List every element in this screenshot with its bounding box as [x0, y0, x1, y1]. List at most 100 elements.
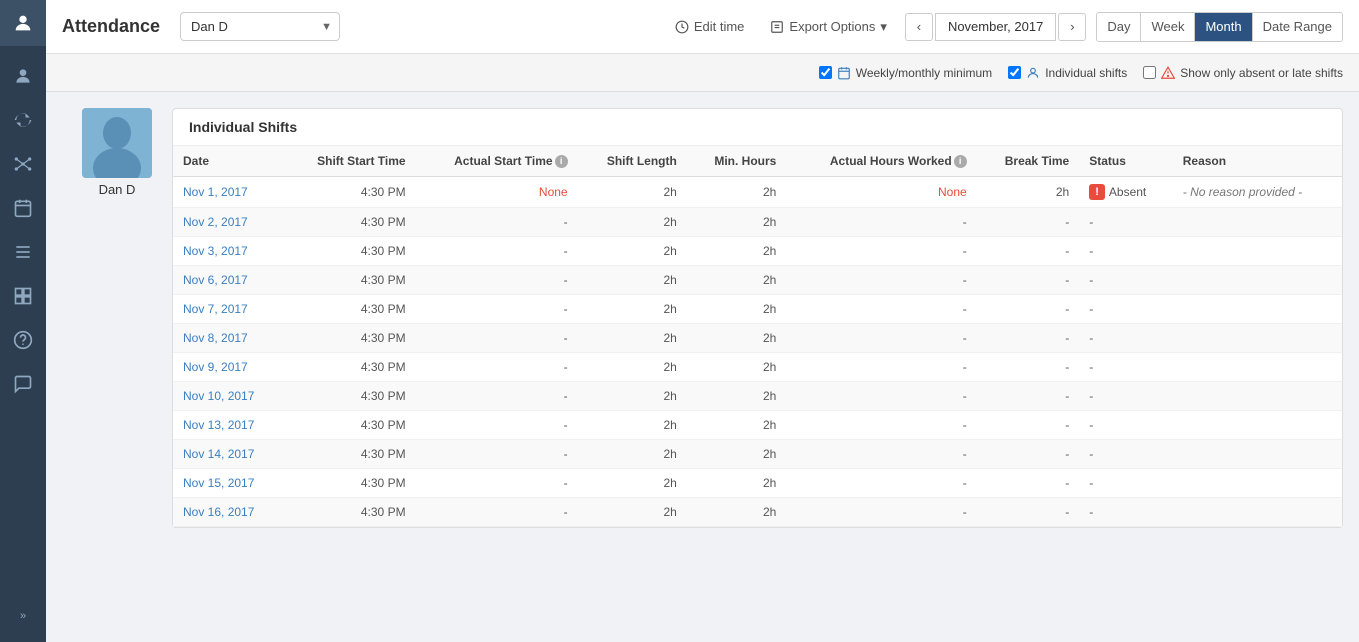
cell-status: -	[1079, 353, 1173, 382]
cell-reason	[1173, 411, 1342, 440]
cell-actual-hours: -	[786, 266, 976, 295]
cell-min-hours: 2h	[687, 469, 787, 498]
col-shift-length: Shift Length	[578, 146, 687, 177]
cell-shift-length: 2h	[578, 208, 687, 237]
cell-min-hours: 2h	[687, 382, 787, 411]
cell-shift-length: 2h	[578, 237, 687, 266]
cell-actual-start: -	[416, 353, 578, 382]
sidebar-item-list[interactable]	[0, 232, 46, 272]
cell-actual-hours: -	[786, 295, 976, 324]
filter-row: Weekly/monthly minimum Individual shifts…	[46, 54, 1359, 92]
cell-date: Nov 8, 2017	[173, 324, 284, 353]
cell-min-hours: 2h	[687, 440, 787, 469]
topbar: Attendance Dan D ▼ Edit time Export Opti…	[46, 0, 1359, 54]
view-week-button[interactable]: Week	[1141, 13, 1195, 41]
cell-reason	[1173, 208, 1342, 237]
cell-break-time: -	[977, 295, 1080, 324]
cell-actual-hours: -	[786, 440, 976, 469]
absent-late-checkbox[interactable]	[1143, 66, 1156, 79]
cell-status: -	[1079, 237, 1173, 266]
cell-reason	[1173, 469, 1342, 498]
actual-hours-info-icon[interactable]: i	[954, 155, 967, 168]
cell-shift-start: 4:30 PM	[284, 498, 416, 527]
sidebar-logo[interactable]	[0, 0, 46, 46]
cell-shift-start: 4:30 PM	[284, 237, 416, 266]
cell-reason	[1173, 353, 1342, 382]
col-actual-hours: Actual Hours Worked i	[786, 146, 976, 177]
cell-shift-start: 4:30 PM	[284, 469, 416, 498]
person-filter-icon	[1026, 66, 1040, 80]
sidebar-bottom: »	[20, 600, 26, 642]
prev-period-button[interactable]: ‹	[905, 13, 933, 41]
avatar-image	[82, 108, 152, 178]
sidebar-expand-button[interactable]: »	[20, 600, 26, 632]
shifts-table-body: Nov 1, 20174:30 PMNone2h2hNone2h! Absent…	[173, 177, 1342, 527]
cell-min-hours: 2h	[687, 177, 787, 208]
col-status: Status	[1079, 146, 1173, 177]
cell-date: Nov 15, 2017	[173, 469, 284, 498]
cell-break-time: -	[977, 469, 1080, 498]
sidebar-item-refresh[interactable]	[0, 100, 46, 140]
weekly-monthly-label: Weekly/monthly minimum	[856, 66, 992, 80]
sidebar-item-chat[interactable]	[0, 364, 46, 404]
cell-actual-start: None	[416, 177, 578, 208]
sidebar-item-connections[interactable]	[0, 144, 46, 184]
cell-actual-hours: -	[786, 469, 976, 498]
cell-break-time: -	[977, 324, 1080, 353]
filter-weekly-monthly[interactable]: Weekly/monthly minimum	[819, 66, 992, 80]
cell-shift-length: 2h	[578, 295, 687, 324]
export-label: Export Options	[789, 19, 875, 34]
cell-reason	[1173, 324, 1342, 353]
next-period-button[interactable]: ›	[1058, 13, 1086, 41]
col-actual-start: Actual Start Time i	[416, 146, 578, 177]
avatar-section: Dan D	[62, 108, 172, 197]
cell-actual-start: -	[416, 469, 578, 498]
cell-shift-length: 2h	[578, 382, 687, 411]
edit-time-button[interactable]: Edit time	[667, 14, 753, 39]
cell-actual-hours: None	[786, 177, 976, 208]
absent-label: Absent	[1109, 185, 1146, 199]
cell-status: -	[1079, 208, 1173, 237]
filter-absent-late[interactable]: Show only absent or late shifts	[1143, 66, 1343, 80]
view-month-button[interactable]: Month	[1195, 13, 1252, 41]
view-day-button[interactable]: Day	[1097, 13, 1141, 41]
cell-min-hours: 2h	[687, 237, 787, 266]
table-row: Nov 15, 20174:30 PM-2h2h---	[173, 469, 1342, 498]
cell-status: -	[1079, 382, 1173, 411]
filter-individual-shifts[interactable]: Individual shifts	[1008, 66, 1127, 80]
cell-reason	[1173, 266, 1342, 295]
sidebar-item-card[interactable]	[0, 276, 46, 316]
cell-date: Nov 16, 2017	[173, 498, 284, 527]
cell-status: -	[1079, 498, 1173, 527]
col-reason: Reason	[1173, 146, 1342, 177]
cell-actual-hours: -	[786, 237, 976, 266]
sidebar-item-calendar[interactable]	[0, 188, 46, 228]
cell-date: Nov 9, 2017	[173, 353, 284, 382]
cell-shift-length: 2h	[578, 353, 687, 382]
export-chevron-icon: ▾	[880, 19, 887, 35]
employee-select[interactable]: Dan D	[180, 12, 340, 41]
cell-min-hours: 2h	[687, 266, 787, 295]
table-row: Nov 2, 20174:30 PM-2h2h---	[173, 208, 1342, 237]
individual-shifts-label: Individual shifts	[1045, 66, 1127, 80]
cell-break-time: -	[977, 208, 1080, 237]
sidebar-item-help[interactable]	[0, 320, 46, 360]
calendar-filter-icon	[837, 66, 851, 80]
cell-actual-hours: -	[786, 353, 976, 382]
cell-actual-hours: -	[786, 382, 976, 411]
col-date: Date	[173, 146, 284, 177]
content-area: Dan D Individual Shifts Date Shift Start…	[46, 92, 1359, 642]
weekly-monthly-checkbox[interactable]	[819, 66, 832, 79]
actual-start-info-icon[interactable]: i	[555, 155, 568, 168]
individual-shifts-checkbox[interactable]	[1008, 66, 1021, 79]
view-daterange-button[interactable]: Date Range	[1253, 13, 1342, 41]
cell-actual-hours: -	[786, 208, 976, 237]
export-options-button[interactable]: Export Options ▾	[762, 14, 895, 40]
cell-min-hours: 2h	[687, 208, 787, 237]
sidebar-item-person[interactable]	[0, 56, 46, 96]
cell-break-time: -	[977, 382, 1080, 411]
col-min-hours: Min. Hours	[687, 146, 787, 177]
cell-shift-start: 4:30 PM	[284, 208, 416, 237]
cell-shift-length: 2h	[578, 411, 687, 440]
main-content: Attendance Dan D ▼ Edit time Export Opti…	[46, 0, 1359, 642]
